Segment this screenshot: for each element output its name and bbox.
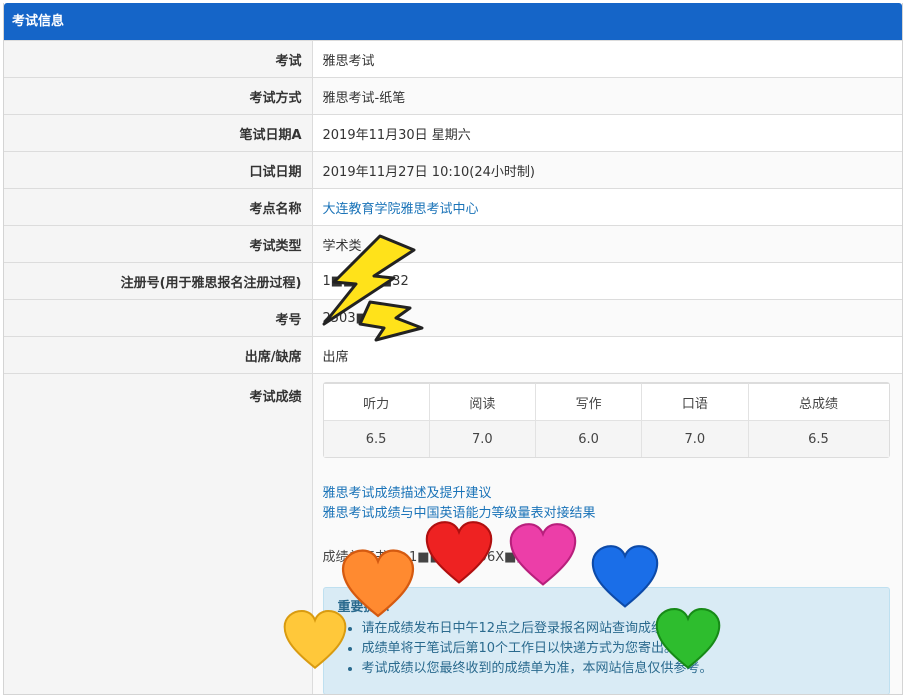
score-value: 6.5 (323, 420, 430, 457)
score-header: 口语 (642, 383, 749, 420)
table-row: 出席/缺席 出席 (4, 336, 902, 374)
row-label: 口试日期 (4, 151, 313, 189)
exam-info-table: 考试 雅思考试 考试方式 雅思考试-纸笔 笔试日期A 2019年11月30日 星… (4, 40, 902, 694)
score-header: 听力 (323, 383, 430, 420)
row-label: 出席/缺席 (4, 336, 313, 374)
scores-cell: 听力 阅读 写作 口语 总成绩 6.5 7.0 6.0 7.0 6.5 雅思考试… (312, 373, 902, 694)
row-label: 笔试日期A (4, 114, 313, 152)
table-row: 考试方式 雅思考试-纸笔 (4, 77, 902, 115)
notice-list: 请在成绩发布日中午12点之后登录报名网站查询成绩。 成绩单将于笔试后第10个工作… (338, 619, 875, 679)
score-links: 雅思考试成绩描述及提升建议 雅思考试成绩与中国英语能力等级量表对接结果 (323, 484, 894, 524)
row-label: 考点名称 (4, 188, 313, 226)
score-header-row: 听力 阅读 写作 口语 总成绩 (323, 383, 889, 420)
score-header: 阅读 (429, 383, 536, 420)
notice-box: 重要提示 请在成绩发布日中午12点之后登录报名网站查询成绩。 成绩单将于笔试后第… (322, 587, 890, 694)
row-label: 注册号(用于雅思报名注册过程) (4, 262, 313, 300)
score-header: 写作 (536, 383, 643, 420)
notice-item: 考试成绩以您最终收到的成绩单为准，本网站信息仅供参考。 (362, 659, 875, 679)
panel-title: 考试信息 (4, 3, 902, 40)
scores-label: 考试成绩 (4, 373, 313, 694)
row-value: 2019年11月30日 星期六 (312, 114, 902, 152)
score-header: 总成绩 (748, 383, 889, 420)
row-value: 雅思考试-纸笔 (312, 77, 902, 115)
test-centre-link[interactable]: 大连教育学院雅思考试中心 (323, 202, 479, 217)
table-row: 口试日期 2019年11月27日 10:10(24小时制) (4, 151, 902, 189)
row-value: 出席 (312, 336, 902, 374)
row-value: 学术类 (312, 225, 902, 263)
score-table: 听力 阅读 写作 口语 总成绩 6.5 7.0 6.0 7.0 6.5 (322, 382, 890, 458)
score-description-link[interactable]: 雅思考试成绩描述及提升建议 (323, 484, 894, 504)
table-row: 考点名称 大连教育学院雅思考试中心 (4, 188, 902, 226)
row-value: 2019年11月27日 10:10(24小时制) (312, 151, 902, 189)
notice-title: 重要提示 (337, 600, 390, 615)
score-value: 6.0 (536, 420, 643, 457)
notice-item: 请在成绩发布日中午12点之后登录报名网站查询成绩。 (362, 619, 875, 639)
row-label: 考试方式 (4, 77, 313, 115)
table-row: 考试成绩 听力 阅读 写作 口语 总成绩 6.5 7.0 6.0 7.0 6.5… (4, 373, 902, 694)
table-row: 注册号(用于雅思报名注册过程) 1■■■■■32 (4, 262, 902, 300)
table-row: 考试类型 学术类 (4, 225, 902, 263)
certificate-number: 成绩单证书号: 1■■■■■96X■■■ (322, 550, 542, 565)
row-value: 2503■■■ (312, 299, 902, 337)
row-label: 考试 (4, 40, 313, 78)
score-value: 7.0 (642, 420, 749, 457)
cse-alignment-link[interactable]: 雅思考试成绩与中国英语能力等级量表对接结果 (323, 504, 894, 524)
row-value: 1■■■■■32 (312, 262, 902, 300)
table-row: 考号 2503■■■ (4, 299, 902, 337)
score-value: 6.5 (748, 420, 889, 457)
row-label: 考号 (4, 299, 313, 337)
table-row: 笔试日期A 2019年11月30日 星期六 (4, 114, 902, 152)
table-row: 考试 雅思考试 (4, 40, 902, 78)
score-value: 7.0 (429, 420, 536, 457)
row-label: 考试类型 (4, 225, 313, 263)
row-value: 雅思考试 (312, 40, 902, 78)
score-value-row: 6.5 7.0 6.0 7.0 6.5 (323, 420, 889, 457)
exam-info-panel: 考试信息 考试 雅思考试 考试方式 雅思考试-纸笔 笔试日期A 2019年11月… (3, 3, 903, 695)
notice-item: 成绩单将于笔试后第10个工作日以快递方式为您寄出。 (362, 639, 875, 659)
